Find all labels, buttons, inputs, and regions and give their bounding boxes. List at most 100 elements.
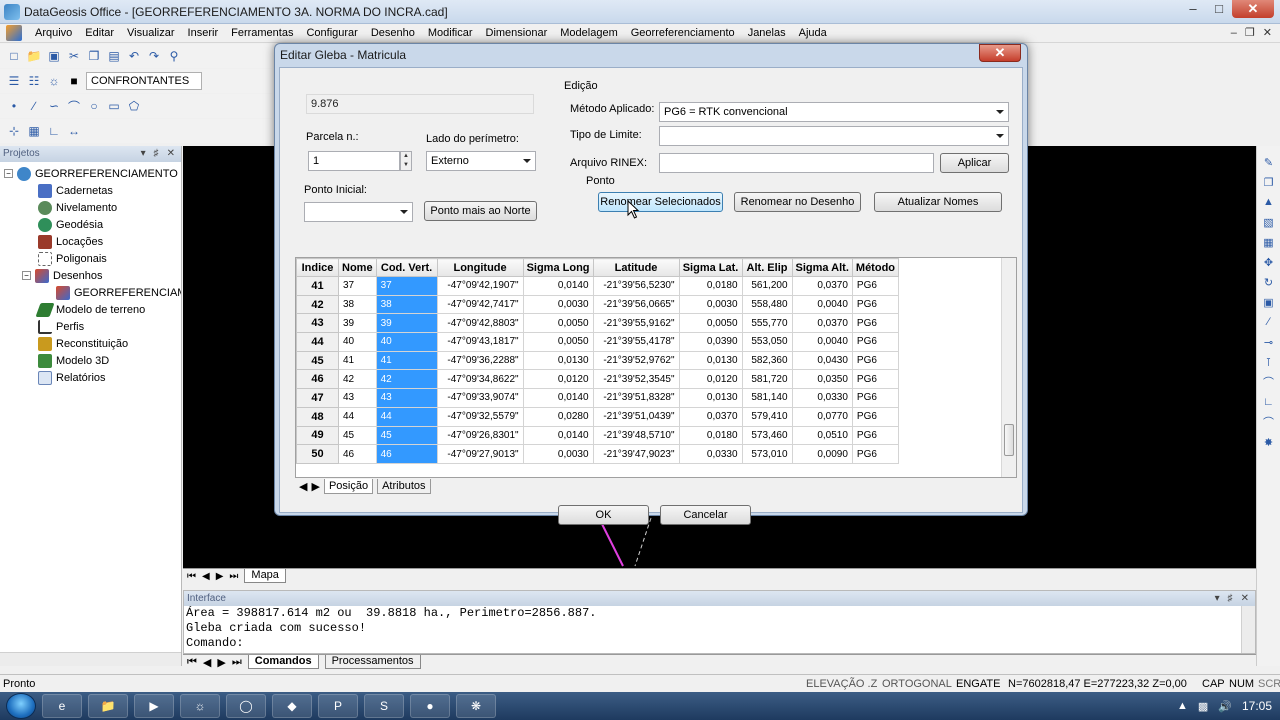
table-cell[interactable]: -47°09'36,2288" [436, 350, 524, 371]
layer-state-icon[interactable]: ☷ [26, 73, 42, 89]
circle-icon[interactable]: ○ [86, 98, 102, 114]
grid-scroll-thumb[interactable] [1004, 424, 1014, 456]
layers-icon[interactable]: ☰ [6, 73, 22, 89]
rinex-input[interactable] [659, 153, 934, 173]
move-icon[interactable]: ✥ [1261, 254, 1277, 270]
menu-dimensionar[interactable]: Dimensionar [481, 27, 556, 39]
table-cell[interactable]: 0,0050 [522, 313, 594, 334]
status-ortogonal[interactable]: ORTOGONAL [882, 678, 952, 690]
copy-object-icon[interactable]: ❐ [1261, 174, 1277, 190]
tree-node-reconstituicao[interactable]: Reconstituição [0, 335, 181, 352]
table-cell[interactable]: 41 [338, 350, 377, 371]
table-cell[interactable]: PG6 [851, 444, 900, 464]
table-cell[interactable]: 0,0510 [791, 425, 853, 446]
row-index-cell[interactable]: 46 [296, 369, 339, 390]
stretch-icon[interactable]: ∕ [1261, 314, 1277, 330]
menu-modelagem[interactable]: Modelagem [555, 27, 625, 39]
table-cell[interactable]: PG6 [851, 350, 900, 371]
table-cell[interactable]: 0,0330 [791, 388, 853, 408]
spin-up-icon[interactable]: ▲ [401, 152, 411, 161]
prev-page-icon[interactable]: ◀ [203, 656, 211, 669]
menu-arquivo[interactable]: Arquivo [30, 27, 80, 39]
mdi-minimize-icon[interactable]: – [1231, 24, 1237, 43]
snap-icon[interactable]: ⊹ [6, 123, 22, 139]
menu-ferramentas[interactable]: Ferramentas [226, 27, 301, 39]
row-index-cell[interactable]: 47 [296, 388, 339, 408]
table-row[interactable]: 44 40 40 -47°09'43,1817" 0,0050 -21°39'55,417… [296, 332, 900, 352]
cancelar-button[interactable]: Cancelar [660, 505, 751, 525]
cut-icon[interactable]: ✂ [66, 48, 82, 64]
ortho-icon[interactable]: ∟ [46, 123, 62, 139]
trim-icon[interactable]: ⊸ [1261, 334, 1277, 350]
last-page-icon[interactable]: ⏭ [232, 656, 242, 669]
row-index-cell[interactable]: 49 [296, 425, 339, 446]
polygon-icon[interactable]: ⬠ [126, 98, 142, 114]
array-icon[interactable]: ▦ [1261, 234, 1277, 250]
polyline-icon[interactable]: ∽ [46, 98, 62, 114]
column-header[interactable]: Cod. Vert. [375, 258, 438, 277]
save-icon[interactable]: ▣ [46, 48, 62, 64]
table-cell[interactable]: 581,720 [741, 369, 793, 390]
menu-modificar[interactable]: Modificar [423, 27, 481, 39]
table-cell[interactable]: 0,0140 [522, 425, 594, 446]
first-page-icon[interactable]: ⏮ [187, 656, 197, 669]
table-cell[interactable]: -47°09'27,9013" [436, 444, 524, 464]
table-row[interactable]: 43 39 39 -47°09'42,8803" 0,0050 -21°39'55,916… [296, 313, 900, 334]
spin-down-icon[interactable]: ▼ [401, 161, 411, 170]
tipo-limite-dropdown[interactable] [659, 126, 1009, 146]
table-row[interactable]: 50 46 46 -47°09'27,9013" 0,0030 -21°39'47,902… [296, 444, 900, 464]
tab-posicao[interactable]: Posição [323, 478, 374, 494]
row-index-cell[interactable]: 43 [296, 313, 339, 334]
table-cell[interactable]: 40 [338, 332, 377, 352]
column-header[interactable]: Alt. Elip [741, 258, 793, 277]
table-cell[interactable]: 0,0030 [522, 444, 594, 464]
last-page-icon[interactable]: ⏭ [229, 571, 238, 582]
app-icon-orange[interactable]: ◆ [272, 694, 312, 718]
table-cell[interactable]: 0,0370 [791, 313, 853, 334]
media-icon[interactable]: ▶ [134, 694, 174, 718]
table-row[interactable]: 47 43 43 -47°09'33,9074" 0,0140 -21°39'51,832… [296, 388, 900, 408]
table-cell[interactable]: 46 [338, 444, 377, 464]
first-page-icon[interactable]: ⏮ [187, 571, 196, 582]
ponto-norte-button[interactable]: Ponto mais ao Norte [424, 201, 537, 221]
points-grid[interactable]: Indice Nome Cod. Vert. Longitude Sigma Long L… [295, 257, 1017, 478]
arc-icon[interactable]: ⌒ [66, 98, 82, 114]
table-cell[interactable]: -21°39'52,9762" [592, 350, 680, 371]
tree-node-modelo-3d[interactable]: Modelo 3D [0, 352, 181, 369]
column-header[interactable]: Latitude [592, 258, 680, 277]
ie-icon[interactable]: e [42, 694, 82, 718]
copy-icon[interactable]: ❐ [86, 48, 102, 64]
table-cell[interactable]: 38 [338, 294, 377, 315]
ok-button[interactable]: OK [558, 505, 649, 525]
skype-icon[interactable]: S [364, 694, 404, 718]
table-cell[interactable]: 0,0330 [678, 444, 743, 464]
table-cell[interactable]: 555,770 [741, 313, 793, 334]
row-index-cell[interactable]: 48 [296, 406, 339, 427]
tab-comandos[interactable]: Comandos [247, 655, 319, 669]
table-cell[interactable]: 42 [375, 369, 438, 390]
menu-georreferenciamento[interactable]: Georreferenciamento [626, 27, 743, 39]
table-cell[interactable]: 45 [338, 425, 377, 446]
table-cell[interactable]: 0,0050 [522, 332, 594, 352]
chamfer-icon[interactable]: ∟ [1261, 394, 1277, 410]
layer-select[interactable]: CONFRONTANTES [86, 72, 202, 90]
table-cell[interactable]: 0,0050 [678, 313, 743, 334]
color-icon[interactable]: ■ [66, 73, 82, 89]
table-row[interactable]: 49 45 45 -47°09'26,8301" 0,0140 -21°39'48,571… [296, 425, 900, 446]
zoom-icon[interactable]: ⚲ [166, 48, 182, 64]
bulb-icon[interactable]: ☼ [46, 73, 62, 89]
tab-mapa[interactable]: Mapa [244, 569, 286, 583]
scale-icon[interactable]: ▣ [1261, 294, 1277, 310]
column-header[interactable]: Indice [296, 258, 339, 277]
panel-close-icon[interactable]: ✕ [1241, 591, 1249, 606]
line-icon[interactable]: ∕ [26, 98, 42, 114]
open-folder-icon[interactable]: 📁 [26, 48, 42, 64]
table-cell[interactable]: 0,0040 [791, 294, 853, 315]
tree-node-relatorios[interactable]: Relatórios [0, 369, 181, 386]
parcela-spinner[interactable]: ▲ ▼ [400, 151, 412, 171]
prev-page-icon[interactable]: ◀ [202, 571, 210, 582]
column-header[interactable]: Método [851, 258, 900, 277]
table-cell[interactable]: -21°39'51,0439" [592, 406, 680, 427]
table-cell[interactable]: 579,410 [741, 406, 793, 427]
row-index-cell[interactable]: 50 [296, 444, 339, 464]
